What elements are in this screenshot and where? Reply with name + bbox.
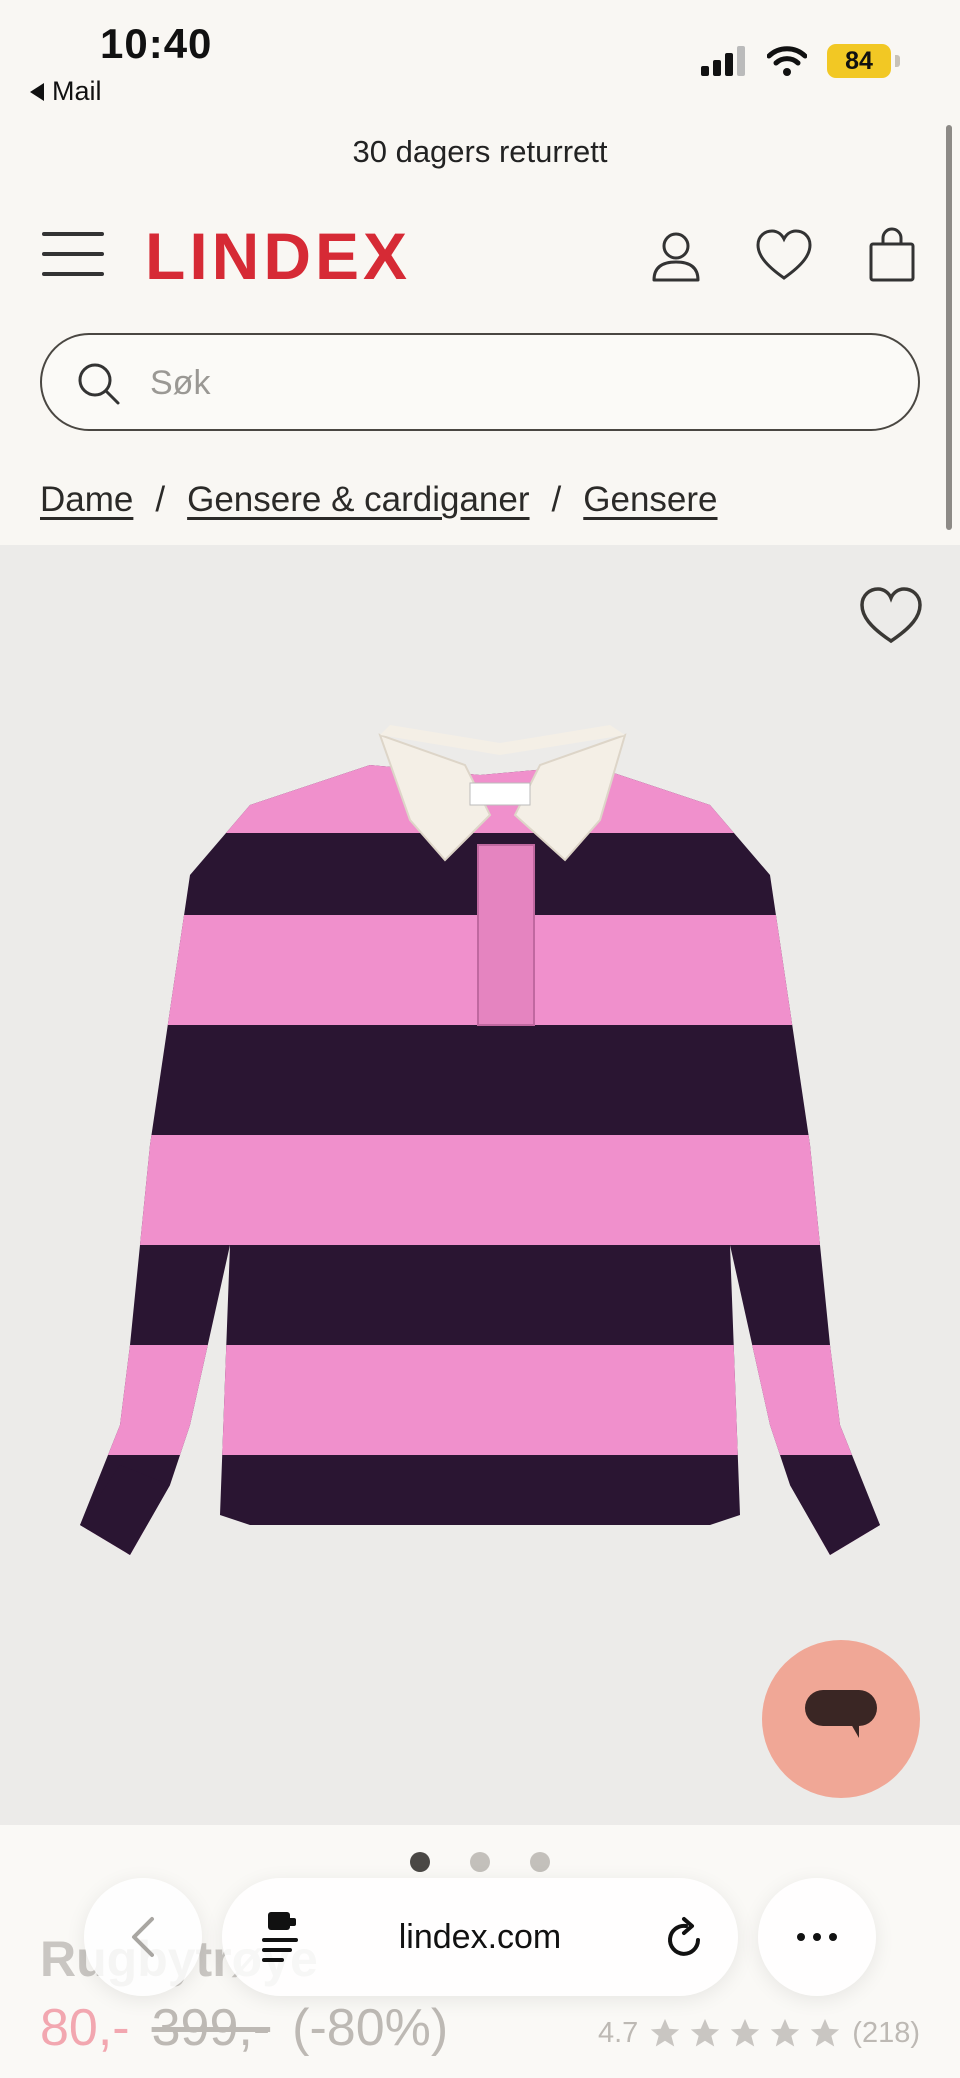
scrollbar[interactable]	[946, 125, 952, 530]
breadcrumb: Dame / Gensere & cardiganer / Gensere	[40, 480, 718, 520]
breadcrumb-separator: /	[551, 480, 562, 519]
lindex-logo[interactable]: LINDEX	[145, 218, 411, 294]
search-icon	[78, 363, 120, 405]
promo-banner: 30 dagers returrett	[352, 134, 608, 169]
header-actions	[646, 226, 922, 286]
product-image-rugby-shirt	[80, 725, 880, 1555]
breadcrumb-separator: /	[155, 480, 166, 519]
discount-percent: (-80%)	[292, 1999, 449, 2057]
star-icon	[811, 2018, 840, 2047]
wifi-icon	[767, 46, 807, 76]
status-icons: 84	[701, 44, 900, 78]
browser-more-button[interactable]	[758, 1878, 876, 1996]
rating-value: 4.7	[597, 2016, 639, 2049]
heart-icon[interactable]	[754, 226, 814, 286]
battery-tip	[895, 55, 900, 67]
back-triangle-icon	[30, 82, 44, 101]
back-app-label: Mail	[52, 76, 102, 106]
signal-icon	[701, 46, 745, 76]
chevron-left-icon	[132, 1917, 154, 1957]
product-image-carousel[interactable]	[0, 545, 960, 1825]
star-icon	[691, 2018, 720, 2047]
carousel-indicators	[0, 1852, 960, 1872]
breadcrumb-gensere-cardiganer[interactable]: Gensere & cardiganer	[187, 480, 529, 520]
battery-icon: 84	[827, 44, 891, 78]
carousel-dot-1[interactable]	[410, 1852, 430, 1872]
account-icon[interactable]	[646, 226, 706, 286]
price-now: 80,-	[40, 1999, 130, 2057]
star-icon	[771, 2018, 800, 2047]
more-dot	[813, 1933, 821, 1941]
review-count: (218)	[852, 2016, 920, 2049]
breadcrumb-dame[interactable]: Dame	[40, 480, 133, 520]
rating-stars	[648, 2016, 842, 2050]
url-text: lindex.com	[398, 1918, 562, 1956]
site-header: LINDEX	[0, 210, 960, 300]
breadcrumb-gensere[interactable]: Gensere	[583, 480, 717, 520]
product-rating[interactable]: 4.7 (218)	[598, 2016, 920, 2050]
browser-back-button[interactable]	[84, 1878, 202, 1996]
search-input[interactable]	[150, 357, 870, 409]
back-to-mail[interactable]: Mail	[30, 76, 102, 107]
chat-bubble-icon	[805, 1690, 877, 1738]
star-icon	[731, 2018, 760, 2047]
carousel-dot-2[interactable]	[470, 1852, 490, 1872]
wishlist-heart-icon[interactable]	[858, 585, 924, 647]
carousel-dot-3[interactable]	[530, 1852, 550, 1872]
more-dot	[797, 1933, 805, 1941]
more-dot	[829, 1933, 837, 1941]
star-icon	[651, 2018, 680, 2047]
status-bar: 10:40 Mail 84	[0, 0, 960, 115]
price-row: 80,- 399,- (-80%)	[40, 1998, 448, 2058]
status-time: 10:40	[100, 20, 213, 67]
reload-icon[interactable]	[662, 1916, 706, 1960]
price-old: 399,-	[151, 1999, 271, 2057]
browser-address-bar[interactable]: lindex.com	[222, 1878, 738, 1996]
bag-icon[interactable]	[862, 226, 922, 286]
chat-button[interactable]	[762, 1640, 920, 1798]
menu-icon[interactable]	[42, 232, 104, 276]
search-bar[interactable]	[40, 333, 920, 431]
